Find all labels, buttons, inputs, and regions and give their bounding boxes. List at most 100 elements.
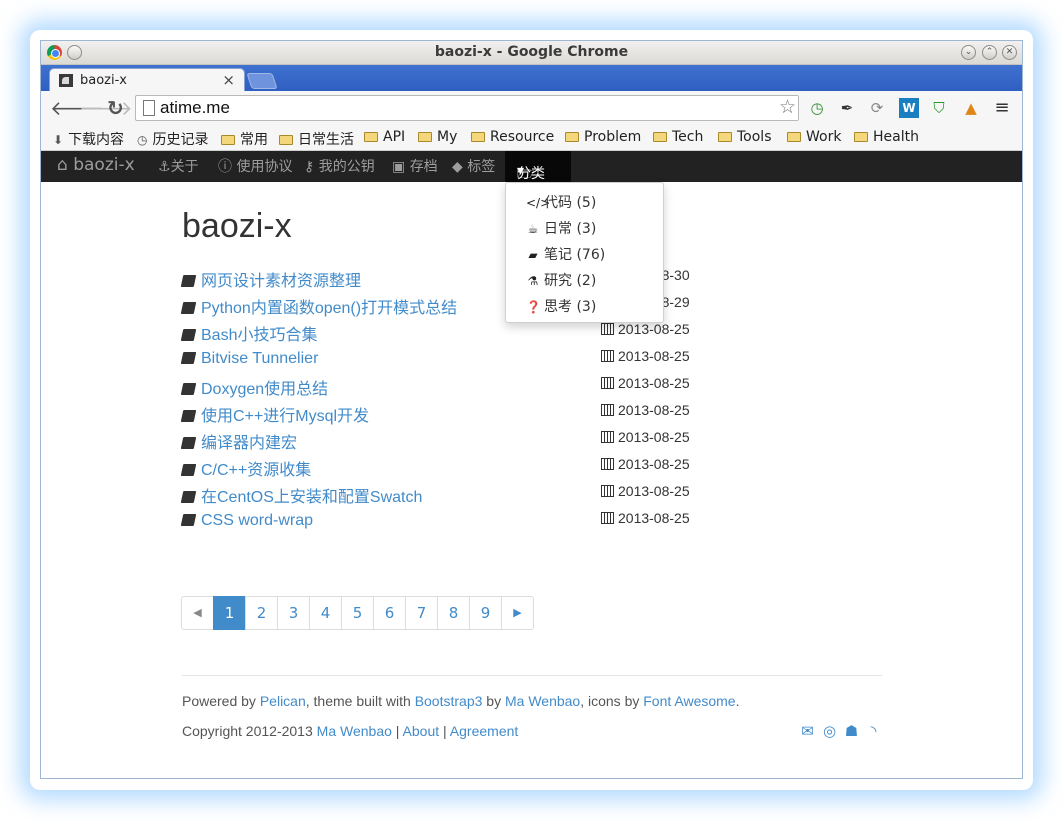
anchor-icon: ⚓ — [158, 159, 171, 175]
post-item[interactable]: C/C++资源收集 — [180, 456, 311, 479]
github-icon[interactable]: ☗ — [842, 723, 861, 740]
bookmark-folder-resource[interactable]: Resource — [471, 129, 554, 145]
post-item[interactable]: 网页设计素材资源整理 — [180, 267, 361, 290]
tab-close-icon[interactable]: × — [222, 71, 235, 89]
sync-extension-icon[interactable]: ⟳ — [867, 98, 887, 118]
post-item[interactable]: Bitvise Tunnelier — [180, 348, 318, 370]
weibo-icon[interactable]: ◎ — [820, 723, 839, 740]
book-icon — [180, 464, 197, 476]
bookmark-folder-work[interactable]: Work — [787, 129, 841, 145]
coffee-icon: ☕ — [527, 222, 539, 236]
post-link[interactable]: CSS word-wrap — [201, 512, 313, 529]
nav-categories[interactable]: 🗁 分类 ▾ — [505, 151, 571, 182]
bookmark-folder-tools[interactable]: Tools — [718, 129, 772, 145]
fontawesome-link[interactable]: Font Awesome — [643, 693, 735, 709]
nav-brand[interactable]: ⌂ baozi-x — [57, 155, 135, 175]
nav-about[interactable]: ⚓关于 — [158, 156, 199, 176]
bootstrap-link[interactable]: Bootstrap3 — [415, 693, 483, 709]
post-item[interactable]: 使用C++进行Mysql开发 — [180, 402, 369, 425]
post-item[interactable]: Doxygen使用总结 — [180, 375, 328, 398]
prev-page-button[interactable]: ◀ — [181, 596, 214, 630]
page-2[interactable]: 2 — [245, 596, 278, 630]
book-icon — [180, 491, 197, 503]
bookmark-folder-api[interactable]: API — [364, 129, 405, 145]
folder-icon — [787, 132, 801, 142]
page-4[interactable]: 4 — [309, 596, 342, 630]
bookmark-folder-problem[interactable]: Problem — [565, 129, 641, 145]
forward-arrow-icon[interactable]: 🡒 — [79, 96, 133, 120]
minimize-button[interactable]: ⌄ — [961, 45, 976, 60]
post-link[interactable]: Doxygen使用总结 — [201, 381, 328, 398]
maximize-button[interactable]: ⌃ — [982, 45, 997, 60]
post-date: 2013-08-25 — [601, 483, 690, 499]
post-link[interactable]: C/C++资源收集 — [201, 462, 311, 479]
post-item[interactable]: Python内置函数open()打开模式总结 — [180, 294, 457, 317]
close-window-button[interactable]: ✕ — [1002, 45, 1017, 60]
address-url[interactable]: atime.me — [160, 98, 230, 118]
clock-extension-icon[interactable]: ◷ — [807, 98, 827, 118]
post-link[interactable]: Bash小技巧合集 — [201, 327, 317, 344]
post-link[interactable]: Python内置函数open()打开模式总结 — [201, 300, 457, 317]
next-page-button[interactable]: ▶ — [501, 596, 534, 630]
bookmark-star-icon[interactable]: ☆ — [779, 96, 796, 118]
bookmark-folder-daily[interactable]: 日常生活 — [279, 129, 354, 149]
page-7[interactable]: 7 — [405, 596, 438, 630]
bookmarks-bar: ⬇ 下载内容 ◷ 历史记录 常用 日常生活 API My Resource Prob… — [41, 125, 1022, 151]
reload-icon[interactable]: ↻ — [107, 96, 124, 120]
calendar-icon — [601, 485, 614, 497]
category-thinking[interactable]: ❓ 思考 (3) — [526, 296, 596, 316]
categories-dropdown: </>代码 (5) ☕ 日常 (3) ▰ 笔记 (76) ⚗ 研究 (2) ❓ 思考 (… — [505, 182, 664, 323]
copyright-author-link[interactable]: Ma Wenbao — [317, 723, 392, 739]
rss-icon[interactable]: ◝ — [864, 723, 883, 740]
page-1[interactable]: 1 — [213, 596, 246, 630]
post-date: 2013-08-25 — [601, 348, 690, 364]
category-code[interactable]: </>代码 (5) — [526, 192, 596, 212]
category-research[interactable]: ⚗ 研究 (2) — [526, 270, 597, 290]
page-5[interactable]: 5 — [341, 596, 374, 630]
page-3[interactable]: 3 — [277, 596, 310, 630]
book-icon — [180, 514, 197, 526]
pen-extension-icon[interactable]: ✒ — [837, 98, 857, 118]
new-tab-button[interactable] — [246, 73, 278, 89]
footer-about-link[interactable]: About — [403, 723, 440, 739]
bookmark-history[interactable]: ◷ 历史记录 — [137, 129, 208, 149]
post-item[interactable]: 在CentOS上安装和配置Swatch — [180, 483, 422, 506]
menu-icon[interactable]: ≡ — [992, 98, 1012, 118]
question-icon: ❓ — [526, 300, 541, 314]
nav-archive[interactable]: ▣ 存档 — [392, 156, 438, 176]
post-link[interactable]: 网页设计素材资源整理 — [201, 273, 361, 290]
address-bar[interactable]: atime.me ☆ — [135, 95, 799, 121]
bookmark-folder-common[interactable]: 常用 — [221, 129, 268, 149]
pelican-link[interactable]: Pelican — [260, 693, 306, 709]
post-item[interactable]: 编译器内建宏 — [180, 429, 297, 452]
category-notes[interactable]: ▰ 笔记 (76) — [526, 244, 605, 264]
bookmark-folder-tech[interactable]: Tech — [653, 129, 703, 145]
book-icon — [180, 329, 197, 341]
home-icon: ⌂ — [57, 155, 74, 175]
page-6[interactable]: 6 — [373, 596, 406, 630]
envelope-icon[interactable]: ✉ — [798, 723, 817, 740]
nav-tags[interactable]: ◆ 标签 — [452, 156, 495, 176]
author-link[interactable]: Ma Wenbao — [505, 693, 580, 709]
shield-extension-icon[interactable]: ⛉ — [929, 98, 949, 118]
folder-icon — [718, 132, 732, 142]
tab-baozi-x[interactable]: baozi-x × — [49, 68, 245, 91]
nav-agreement[interactable]: ⓘ 使用协议 — [218, 156, 292, 176]
post-item[interactable]: Bash小技巧合集 — [180, 321, 317, 344]
title-bar: baozi-x - Google Chrome ⌄ ⌃ ✕ — [41, 41, 1022, 65]
bookmark-folder-my[interactable]: My — [418, 129, 457, 145]
word-extension-icon[interactable]: W — [899, 98, 919, 118]
page-9[interactable]: 9 — [469, 596, 502, 630]
bookmark-folder-health[interactable]: Health — [854, 129, 919, 145]
post-link[interactable]: 在CentOS上安装和配置Swatch — [201, 489, 422, 506]
footer-agreement-link[interactable]: Agreement — [450, 723, 518, 739]
post-link[interactable]: 编译器内建宏 — [201, 435, 297, 452]
category-daily[interactable]: ☕ 日常 (3) — [526, 218, 597, 238]
nav-public-key[interactable]: ⚷ 我的公钥 — [304, 156, 375, 176]
post-item[interactable]: CSS word-wrap — [180, 510, 313, 532]
drive-extension-icon[interactable]: ▲ — [961, 98, 981, 118]
bookmark-downloads[interactable]: ⬇ 下载内容 — [53, 129, 124, 149]
post-link[interactable]: 使用C++进行Mysql开发 — [201, 408, 369, 425]
post-link[interactable]: Bitvise Tunnelier — [201, 350, 318, 367]
page-8[interactable]: 8 — [437, 596, 470, 630]
